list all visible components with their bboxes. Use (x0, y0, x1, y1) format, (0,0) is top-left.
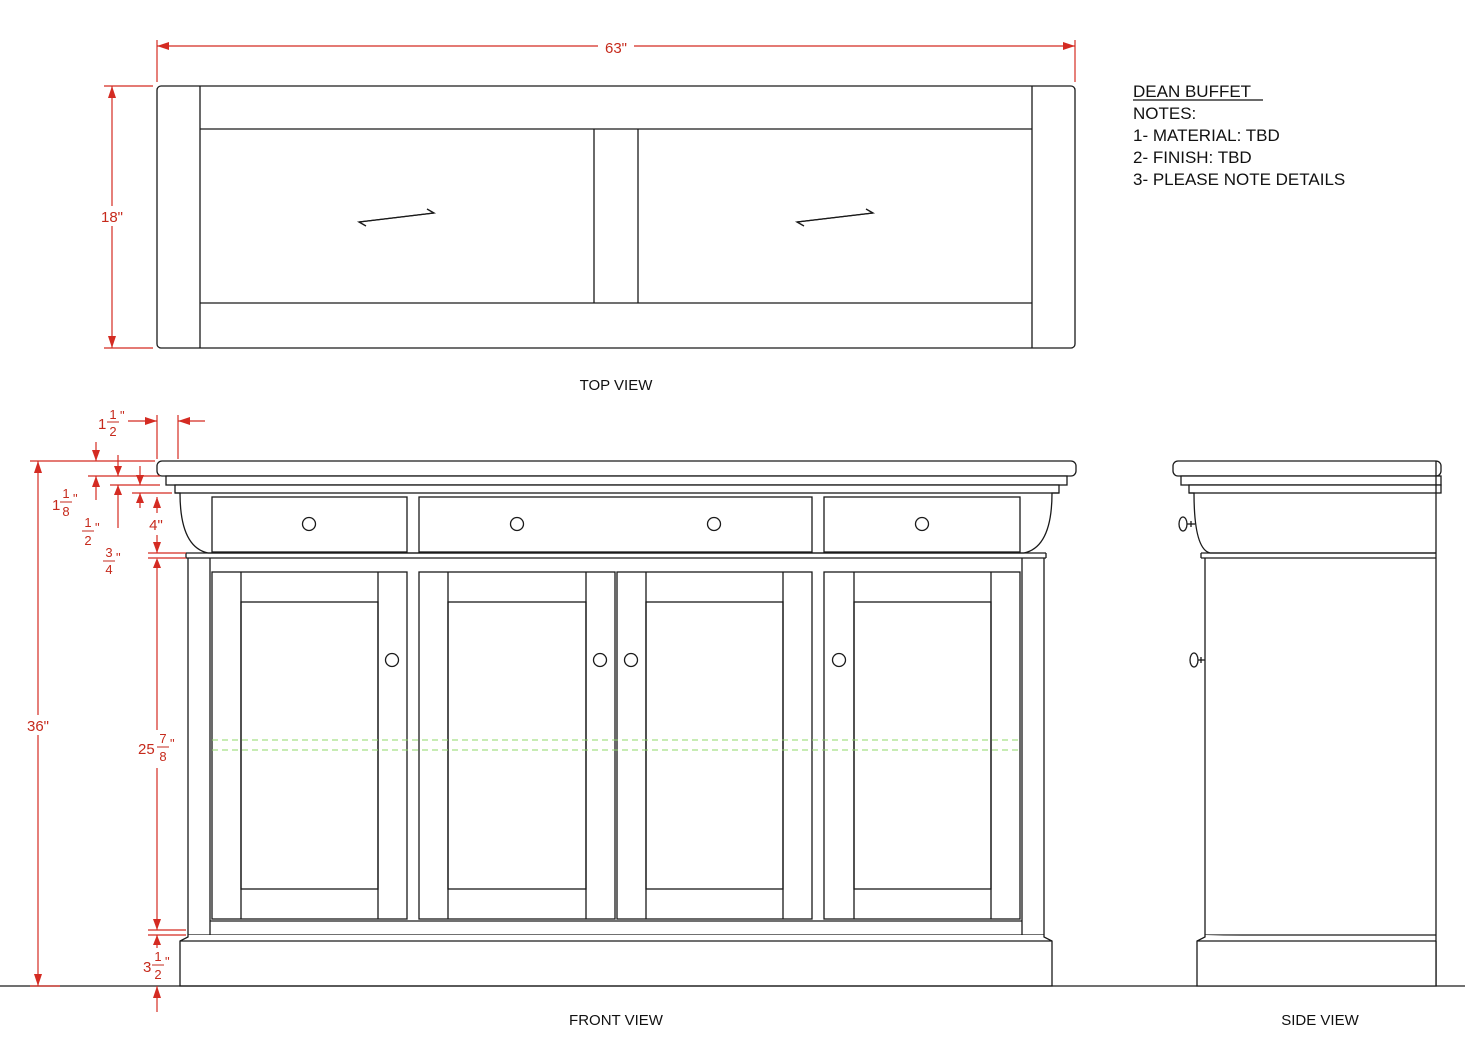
note-finish: 2- FINISH: TBD (1133, 148, 1252, 167)
dimension-top-thickness-whole: 1 (52, 497, 60, 514)
dimension-depth: 18" (96, 85, 153, 349)
drawer-knob (509, 516, 525, 532)
dimension-plinth-height-whole: 3 (143, 959, 151, 976)
door-knob (384, 652, 400, 668)
dimension-top-step: 1 2 " (82, 455, 160, 548)
grain-direction-left-icon (356, 208, 437, 227)
grain-direction-right-icon (794, 208, 876, 227)
dimension-width-label: 63" (605, 40, 627, 57)
dimension-door-height-unit: " (170, 736, 175, 751)
drawer-knob (914, 516, 930, 532)
notes-heading: NOTES: (1133, 104, 1196, 123)
dimension-drawer-gap-num: 3 (105, 545, 112, 560)
dimension-top-step-num: 1 (84, 515, 91, 530)
side-drawer-knob-icon (1178, 516, 1195, 532)
dimension-top-overhang-whole: 1 (98, 416, 106, 433)
front-view-caption: FRONT VIEW (569, 1012, 664, 1029)
door-knob (831, 652, 847, 668)
door-knob (592, 652, 608, 668)
dimension-depth-label: 18" (101, 209, 123, 226)
note-material: 1- MATERIAL: TBD (1133, 126, 1280, 145)
top-view (156, 85, 1076, 349)
dimension-top-thickness-num: 1 (62, 486, 69, 501)
dimension-top-overhang: 1 1 2 " (98, 407, 205, 459)
dimension-plinth-height-den: 2 (154, 967, 161, 982)
note-details: 3- PLEASE NOTE DETAILS (1133, 170, 1345, 189)
shop-drawing: 63" 18" TOP VIEW DEAN BUFFET NOTES: 1- M… (0, 36, 1465, 1029)
door-knob (623, 652, 639, 668)
dimension-drawer-height-label: 4" (149, 517, 163, 534)
dimension-top-overhang-unit: " (120, 408, 125, 423)
dimension-top-step-unit: " (95, 520, 100, 535)
dimension-height-label: 36" (27, 718, 49, 735)
side-view (1172, 460, 1442, 987)
dimension-door-height: 25 7 8 " (138, 562, 186, 931)
dimension-drawer-gap-unit: " (116, 550, 121, 565)
drawing-title: DEAN BUFFET (1133, 82, 1251, 101)
front-view (156, 460, 1077, 987)
dimension-top-overhang-den: 2 (109, 424, 116, 439)
top-view-caption: TOP VIEW (580, 377, 654, 394)
dimension-door-height-whole: 25 (138, 741, 155, 758)
dimension-drawer-gap-den: 4 (105, 562, 112, 577)
dimension-width: 63" (156, 36, 1076, 82)
dimension-drawer-gap: 3 4 " (103, 545, 186, 577)
side-view-caption: SIDE VIEW (1281, 1012, 1359, 1029)
dimension-door-height-num: 7 (159, 731, 166, 746)
dimension-top-thickness-den: 8 (62, 504, 69, 519)
dimension-door-height-den: 8 (159, 749, 166, 764)
dimension-plinth-height-num: 1 (154, 949, 161, 964)
dimension-top-overhang-num: 1 (109, 407, 116, 422)
dimension-top-step-den: 2 (84, 533, 91, 548)
dimension-plinth-height-unit: " (165, 954, 170, 969)
drawer-knob (706, 516, 722, 532)
drawer-knob (301, 516, 317, 532)
side-door-knob-icon (1189, 652, 1205, 668)
dimension-top-thickness: 1 1 8 " (52, 442, 160, 519)
dimension-top-thickness-unit: " (73, 491, 78, 506)
